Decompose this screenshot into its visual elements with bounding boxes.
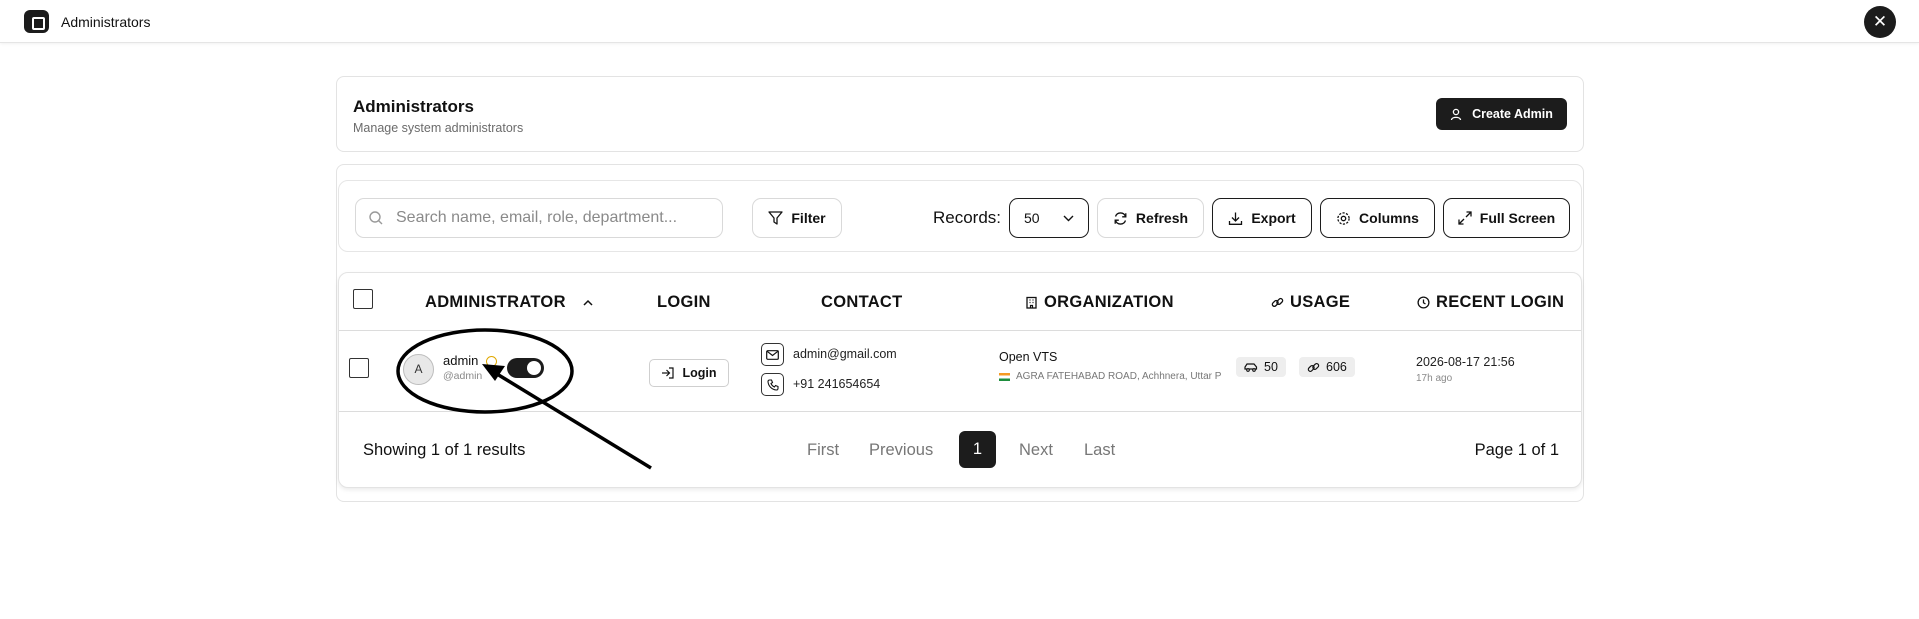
page-subtitle: Manage system administrators xyxy=(353,121,524,135)
login-as-button[interactable]: Login xyxy=(649,359,729,387)
sort-ascending-icon xyxy=(583,299,593,306)
chevron-down-icon xyxy=(1063,215,1074,221)
link-icon xyxy=(1271,297,1284,307)
active-toggle[interactable] xyxy=(507,358,544,378)
pagination-first[interactable]: First xyxy=(807,441,839,460)
column-usage: USAGE xyxy=(1271,293,1350,312)
table-header: ADMINISTRATOR LOGIN CONTACT ORGANIZATION… xyxy=(339,273,1581,331)
organization-name: Open VTS xyxy=(999,350,1058,364)
pagination-last[interactable]: Last xyxy=(1084,441,1115,460)
expand-icon xyxy=(1458,211,1472,225)
columns-label: Columns xyxy=(1359,210,1419,226)
page-indicator: Page 1 of 1 xyxy=(1474,441,1559,459)
links-count: 606 xyxy=(1326,360,1347,374)
gear-icon xyxy=(1337,211,1350,225)
full-screen-button[interactable]: Full Screen xyxy=(1443,198,1570,238)
vehicles-badge: 50 xyxy=(1236,357,1286,377)
page-header-card: Administrators Manage system administrat… xyxy=(336,76,1584,152)
export-button[interactable]: Export xyxy=(1212,198,1312,238)
organization-address-text: AGRA FATEHABAD ROAD, Achhnera, Uttar P xyxy=(1016,371,1222,382)
column-administrator-label: ADMINISTRATOR xyxy=(425,293,566,311)
column-administrator[interactable]: ADMINISTRATOR xyxy=(425,293,594,312)
column-recent-login: RECENT LOGIN xyxy=(1417,293,1564,312)
clock-icon xyxy=(1417,296,1430,309)
toolbar: Filter Records: 50 Refresh Export Column… xyxy=(338,180,1582,252)
search-input[interactable] xyxy=(396,209,716,227)
mail-icon xyxy=(761,343,784,366)
admin-handle: @admin xyxy=(443,370,483,382)
page-title: Administrators xyxy=(353,97,474,116)
admin-list-card: Filter Records: 50 Refresh Export Column… xyxy=(336,164,1584,502)
row-checkbox[interactable] xyxy=(349,358,369,378)
create-admin-label: Create Admin xyxy=(1472,107,1553,121)
avatar: A xyxy=(403,354,434,385)
login-icon xyxy=(662,367,675,379)
car-icon xyxy=(1244,363,1258,372)
download-icon xyxy=(1229,212,1243,225)
vehicles-count: 50 xyxy=(1264,360,1278,374)
close-button[interactable]: ✕ xyxy=(1864,6,1896,38)
admin-table: ADMINISTRATOR LOGIN CONTACT ORGANIZATION… xyxy=(338,272,1582,488)
close-icon: ✕ xyxy=(1872,12,1888,31)
building-icon xyxy=(1026,296,1037,309)
column-login: LOGIN xyxy=(657,293,711,311)
top-bar: Administrators ✕ xyxy=(0,0,1919,43)
records-label: Records: xyxy=(933,208,1002,227)
full-screen-label: Full Screen xyxy=(1479,210,1556,226)
export-label: Export xyxy=(1251,210,1296,226)
refresh-label: Refresh xyxy=(1135,210,1189,226)
create-admin-button[interactable]: Create Admin xyxy=(1436,98,1567,130)
search-icon xyxy=(369,211,383,225)
pagination-current-page[interactable]: 1 xyxy=(959,431,996,468)
refresh-icon xyxy=(1114,211,1127,225)
pagination-previous[interactable]: Previous xyxy=(869,441,933,460)
column-organization: ORGANIZATION xyxy=(1025,293,1174,312)
records-select[interactable]: 50 xyxy=(1009,198,1089,238)
filter-label: Filter xyxy=(791,210,826,226)
search-box[interactable] xyxy=(355,198,723,238)
organization-address: AGRA FATEHABAD ROAD, Achhnera, Uttar P xyxy=(999,371,1227,382)
table-row: A admin @admin Login admin@gmail.com +91… xyxy=(339,331,1581,412)
app-logo-icon xyxy=(24,10,49,33)
admin-name[interactable]: admin xyxy=(443,353,478,368)
filter-button[interactable]: Filter xyxy=(752,198,842,238)
user-icon xyxy=(1450,108,1462,120)
warning-icon xyxy=(486,356,497,367)
select-all-checkbox[interactable] xyxy=(353,289,373,309)
filter-icon xyxy=(768,211,784,225)
links-badge: 606 xyxy=(1299,357,1355,377)
contact-email[interactable]: admin@gmail.com xyxy=(793,347,897,361)
contact-phone: +91 241654654 xyxy=(793,377,881,391)
phone-icon xyxy=(761,373,784,396)
app-title: Administrators xyxy=(61,14,151,30)
link-icon xyxy=(1307,362,1320,372)
columns-button[interactable]: Columns xyxy=(1320,198,1435,238)
table-footer: Showing 1 of 1 results First Previous 1 … xyxy=(339,412,1581,488)
column-recent-login-label: RECENT LOGIN xyxy=(1436,293,1565,311)
column-contact: CONTACT xyxy=(821,293,903,311)
login-as-label: Login xyxy=(682,366,717,380)
refresh-button[interactable]: Refresh xyxy=(1097,198,1204,238)
recent-login-date: 2026-08-17 21:56 xyxy=(1416,355,1515,369)
recent-login-ago: 17h ago xyxy=(1416,373,1453,384)
india-flag-icon xyxy=(999,372,1010,381)
column-usage-label: USAGE xyxy=(1290,293,1351,311)
results-count: Showing 1 of 1 results xyxy=(363,441,526,459)
records-value: 50 xyxy=(1024,210,1040,226)
column-organization-label: ORGANIZATION xyxy=(1044,293,1174,311)
pagination-next[interactable]: Next xyxy=(1019,441,1053,460)
